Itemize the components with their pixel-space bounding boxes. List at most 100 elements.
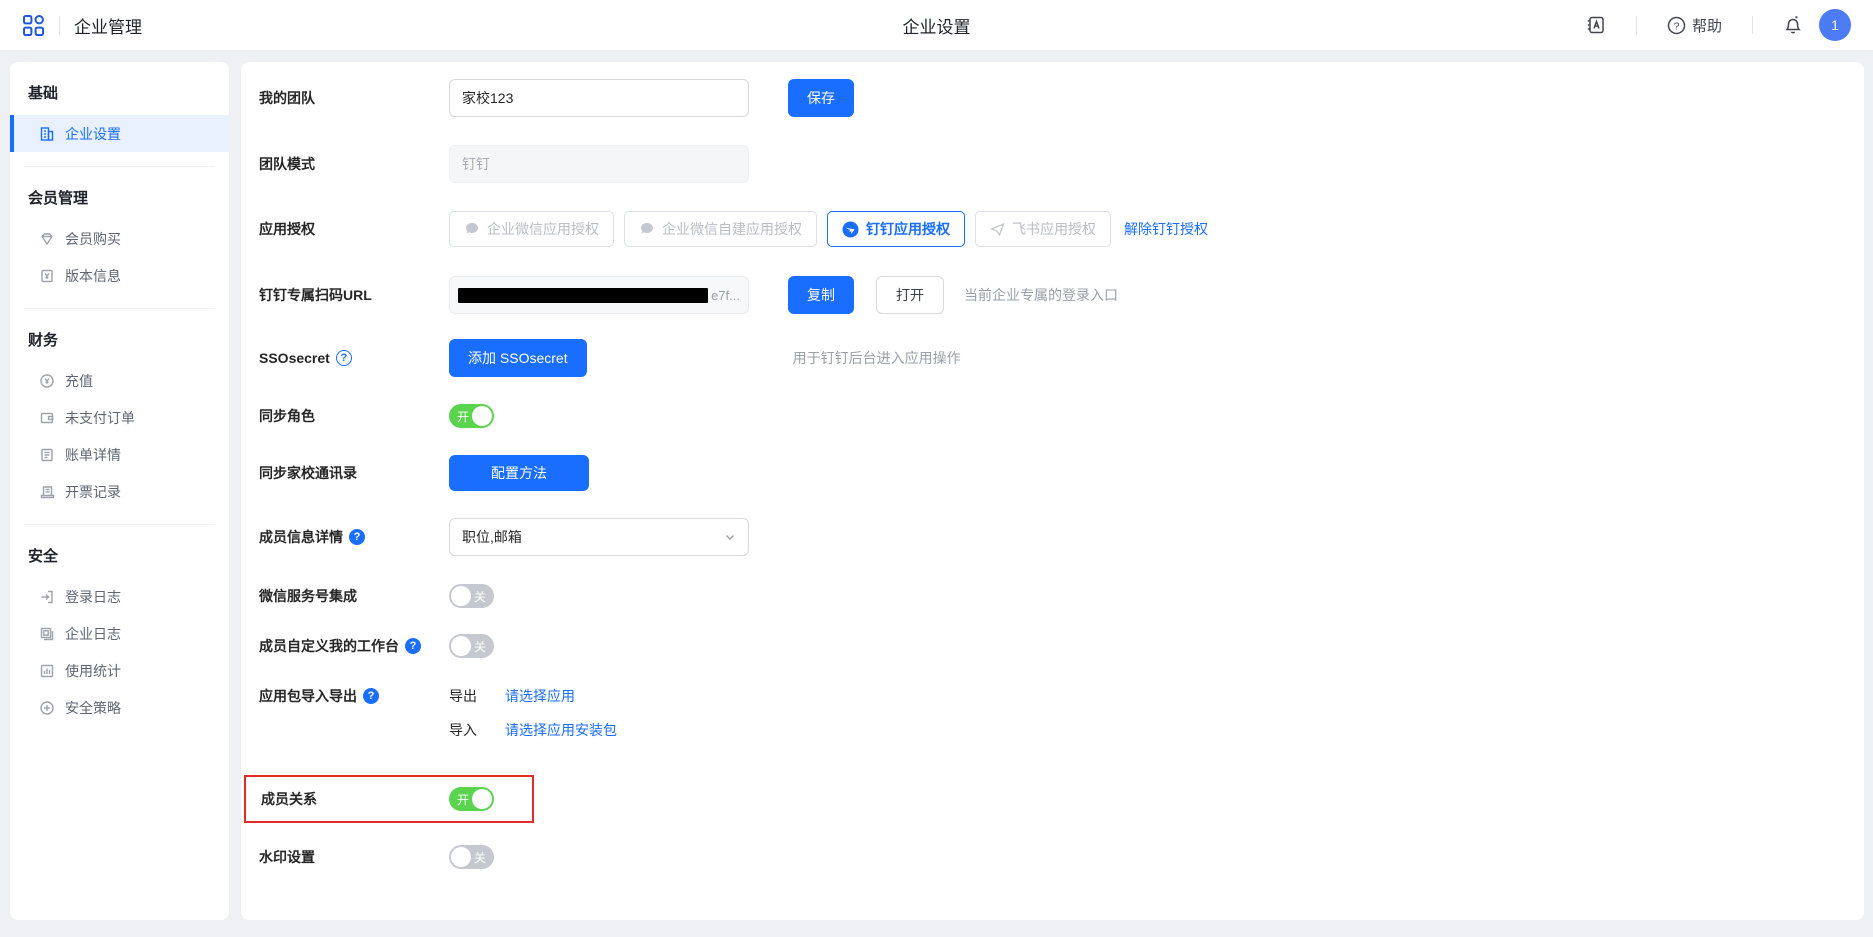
wechat-work-auth-button[interactable]: 企业微信应用授权 (449, 211, 614, 247)
app-package-help-icon[interactable]: ? (363, 688, 379, 704)
usage-stats-icon (38, 663, 55, 679)
notification-bell-icon[interactable] (1783, 15, 1803, 35)
sidebar-item-bill-details[interactable]: 账单详情 (10, 436, 229, 473)
security-policy-icon (38, 700, 55, 716)
qr-url-field[interactable]: e7f... (449, 276, 749, 314)
unpaid-orders-icon (38, 410, 55, 426)
sidebar-item-enterprise-log[interactable]: 企业日志 (10, 615, 229, 652)
watermark-toggle[interactable]: 关 (449, 845, 494, 869)
toggle-on-text: 开 (457, 408, 469, 425)
toggle-knob (451, 636, 471, 656)
page-title: 企业设置 (903, 13, 971, 38)
sidebar-section-basic: 基础 (10, 62, 229, 115)
sidebar-item-enterprise-settings[interactable]: 企业设置 (10, 115, 229, 152)
ssosecret-help-icon[interactable]: ? (336, 350, 352, 366)
export-label: 导出 (449, 686, 477, 706)
sidebar-item-label: 充值 (65, 371, 93, 391)
sidebar-item-member-purchase[interactable]: 会员购买 (10, 220, 229, 257)
open-url-button[interactable]: 打开 (876, 276, 944, 314)
custom-workbench-toggle[interactable]: 关 (449, 634, 494, 658)
help-button[interactable]: ? 帮助 (1667, 15, 1722, 36)
select-app-link[interactable]: 请选择应用 (505, 686, 575, 706)
sidebar-item-label: 账单详情 (65, 445, 121, 465)
toggle-knob (472, 789, 492, 809)
wechat-bubble-icon (639, 221, 655, 237)
bill-details-icon (38, 447, 55, 463)
office-building-icon (38, 126, 55, 142)
paper-plane-icon (990, 222, 1005, 237)
diamond-icon (38, 231, 55, 247)
sync-contacts-label: 同步家校通讯录 (259, 463, 449, 483)
select-app-package-link[interactable]: 请选择应用安装包 (505, 720, 617, 740)
sidebar-item-invoice-records[interactable]: 开票记录 (10, 473, 229, 510)
enterprise-log-icon (38, 626, 55, 642)
app-title: 企业管理 (74, 13, 142, 38)
recharge-icon (38, 373, 55, 389)
login-log-icon (38, 589, 55, 605)
import-label: 导入 (449, 720, 477, 740)
member-relation-toggle[interactable]: 开 (449, 787, 494, 811)
row-watermark: 水印设置 关 (259, 845, 1840, 869)
member-info-select[interactable]: 职位,邮箱 (449, 518, 749, 556)
sidebar-item-label: 企业日志 (65, 624, 121, 644)
app-grid-logo-icon[interactable] (22, 14, 45, 37)
row-app-auth: 应用授权 企业微信应用授权 企业微信自建应用授权 钉钉应用授权 (259, 211, 1840, 247)
sidebar-item-label: 会员购买 (65, 229, 121, 249)
sidebar-item-recharge[interactable]: 充值 (10, 362, 229, 399)
unbind-dingtalk-link[interactable]: 解除钉钉授权 (1124, 219, 1208, 239)
wechat-bubble-icon (464, 221, 480, 237)
version-info-icon (38, 268, 55, 284)
sidebar-item-login-log[interactable]: 登录日志 (10, 578, 229, 615)
topbar-divider (1752, 16, 1753, 34)
sidebar-section-finance: 财务 (10, 309, 229, 362)
team-mode-label: 团队模式 (259, 154, 449, 174)
sidebar-item-label: 未支付订单 (65, 408, 135, 428)
qr-url-label: 钉钉专属扫码URL (259, 285, 449, 305)
sidebar: 基础 企业设置 会员管理 会员购买 版本信息 财务 (10, 62, 229, 920)
wechat-self-app-auth-button[interactable]: 企业微信自建应用授权 (624, 211, 817, 247)
help-label: 帮助 (1692, 15, 1722, 36)
member-relation-label: 成员关系 (261, 789, 449, 809)
ssosecret-label: SSOsecret (259, 350, 330, 366)
toggle-on-text: 开 (457, 791, 469, 808)
dingtalk-icon (842, 221, 859, 238)
redacted-url-bar (458, 288, 708, 303)
chevron-down-icon (724, 531, 736, 543)
custom-workbench-help-icon[interactable]: ? (405, 638, 421, 654)
app-package-label: 应用包导入导出 (259, 686, 357, 706)
dingtalk-auth-button[interactable]: 钉钉应用授权 (827, 211, 965, 247)
sidebar-section-security: 安全 (10, 525, 229, 578)
enterprise-settings-panel: 我的团队 保存 团队模式 应用授权 企业微信应用授权 企业微信自 (241, 62, 1864, 920)
row-team-mode: 团队模式 (259, 145, 1840, 183)
save-button[interactable]: 保存 (788, 79, 854, 117)
toggle-off-text: 关 (474, 849, 486, 866)
toggle-knob (451, 586, 471, 606)
feishu-auth-button[interactable]: 飞书应用授权 (975, 211, 1111, 247)
sync-role-toggle[interactable]: 开 (449, 404, 494, 428)
sidebar-item-usage-stats[interactable]: 使用统计 (10, 652, 229, 689)
sidebar-item-label: 开票记录 (65, 482, 121, 502)
team-name-input[interactable] (449, 79, 749, 117)
sidebar-item-version-info[interactable]: 版本信息 (10, 257, 229, 294)
sidebar-item-security-policy[interactable]: 安全策略 (10, 689, 229, 726)
my-team-label: 我的团队 (259, 88, 449, 108)
row-my-team: 我的团队 保存 (259, 79, 1840, 117)
toggle-off-text: 关 (474, 638, 486, 655)
toggle-knob (472, 406, 492, 426)
sidebar-item-label: 安全策略 (65, 698, 121, 718)
row-qr-url: 钉钉专属扫码URL e7f... 复制 打开 当前企业专属的登录入口 (259, 276, 1840, 314)
wechat-service-toggle[interactable]: 关 (449, 584, 494, 608)
sidebar-item-unpaid-orders[interactable]: 未支付订单 (10, 399, 229, 436)
copy-url-button[interactable]: 复制 (788, 276, 854, 314)
sidebar-item-label: 使用统计 (65, 661, 121, 681)
ssosecret-note: 用于钉钉后台进入应用操作 (793, 348, 961, 368)
user-avatar[interactable]: 1 (1819, 9, 1851, 41)
config-method-button[interactable]: 配置方法 (449, 455, 589, 491)
member-info-select-value: 职位,邮箱 (462, 527, 522, 547)
add-ssosecret-button[interactable]: 添加 SSOsecret (449, 339, 587, 377)
contacts-icon[interactable] (1586, 15, 1606, 35)
member-info-help-icon[interactable]: ? (349, 529, 365, 545)
toggle-knob (451, 847, 471, 867)
custom-workbench-label: 成员自定义我的工作台 (259, 636, 399, 656)
topbar-divider (1636, 16, 1637, 34)
